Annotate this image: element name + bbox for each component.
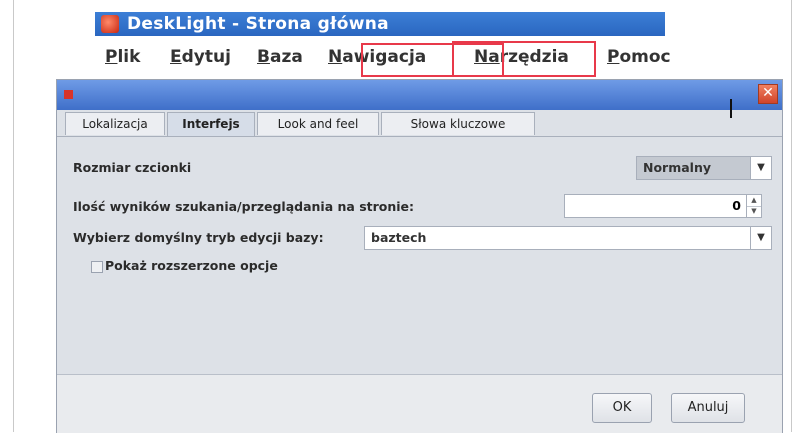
menu-edytuj[interactable]: Edytuj <box>170 47 231 67</box>
tab-slowa-kluczowe[interactable]: Słowa kluczowe <box>381 112 535 135</box>
frame-border-left <box>13 0 14 432</box>
tab-lokalizacja[interactable]: Lokalizacja <box>65 112 165 135</box>
app-logo-icon <box>101 15 119 33</box>
menu-baza[interactable]: Baza <box>257 47 303 67</box>
app-title: DeskLight - Strona główna <box>127 14 389 34</box>
spinner-buttons: ▲ ▼ <box>746 195 761 217</box>
cancel-button[interactable]: Anuluj <box>671 393 745 423</box>
edit-mode-value: baztech <box>371 230 427 245</box>
extended-options-checkbox[interactable] <box>91 261 103 273</box>
font-size-value: Normalny <box>643 160 712 175</box>
spinner-down-icon[interactable]: ▼ <box>747 206 761 217</box>
extended-options-label: Pokaż rozszerzone opcje <box>105 258 278 273</box>
chevron-down-icon: ▼ <box>750 227 771 249</box>
ok-button[interactable]: OK <box>592 393 652 423</box>
tab-look-and-feel[interactable]: Look and feel <box>257 112 379 135</box>
dialog-titlebar: ✕ <box>57 80 782 110</box>
settings-dialog: ✕ Lokalizacja Interfejs Look and feel Sł… <box>56 79 783 433</box>
frame-border-right <box>791 0 792 432</box>
edit-mode-select[interactable]: baztech ▼ <box>364 226 772 250</box>
font-size-select[interactable]: Normalny ▼ <box>636 156 772 180</box>
font-size-label: Rozmiar czcionki <box>73 160 192 175</box>
text-cursor-icon <box>730 99 732 118</box>
tab-interfejs[interactable]: Interfejs <box>167 112 255 136</box>
edit-mode-label: Wybierz domyślny tryb edycji bazy: <box>73 230 324 245</box>
results-per-page-spinner[interactable]: 0 ▲ ▼ <box>564 194 762 218</box>
menu-pomoc[interactable]: Pomoc <box>607 47 671 67</box>
interfejs-panel: Rozmiar czcionki Normalny ▼ Ilość wynikó… <box>61 137 778 374</box>
chevron-down-icon: ▼ <box>750 157 771 179</box>
results-per-page-value: 0 <box>732 198 741 213</box>
close-icon[interactable]: ✕ <box>758 84 778 104</box>
dialog-app-icon <box>64 90 73 99</box>
highlight-box-narzedzia <box>452 41 596 77</box>
dialog-footer: OK Anuluj <box>57 375 782 433</box>
menu-plik[interactable]: Plik <box>105 47 140 67</box>
app-titlebar: DeskLight - Strona główna <box>95 12 665 36</box>
results-per-page-label: Ilość wyników szukania/przeglądania na s… <box>73 199 415 214</box>
